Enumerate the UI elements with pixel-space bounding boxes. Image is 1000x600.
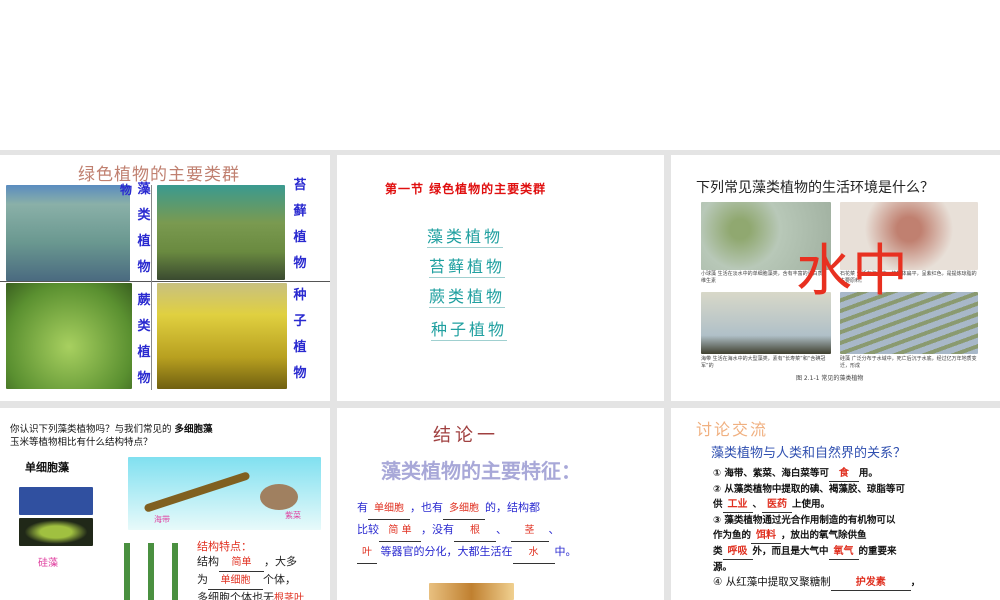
link-moss[interactable]: 苔藓植物 bbox=[429, 253, 506, 278]
kelp-label: 海带 bbox=[154, 515, 170, 524]
text: ② 从藻类植物中提取的碘、褐藻胶、琼脂等可 bbox=[713, 484, 905, 495]
caption: 海带 生活在海水中的大型藻类，素有“长寿菜”和“含碘冠军”的 bbox=[701, 356, 826, 369]
blank-top-area bbox=[0, 0, 1000, 150]
slide-thumbnail-3[interactable]: 下列常见藻类植物的生活环境是什么？ 小球藻 生活在淡水中的单细胞藻类，含有丰富的… bbox=[671, 155, 1000, 401]
algae-image bbox=[6, 185, 130, 281]
text: 上使用。 bbox=[792, 499, 831, 510]
slide-thumbnail-1[interactable]: 绿色植物的主要类群 物 藻类植物 苔藓植物 蕨类植物 种子植物 bbox=[0, 155, 330, 401]
link-seed[interactable]: 种子植物 bbox=[431, 316, 508, 341]
text: 的重要来 bbox=[858, 546, 897, 557]
answer-blank: 茎 bbox=[510, 521, 549, 542]
text: 作为鱼的 bbox=[713, 530, 752, 541]
slide-thumbnail-4[interactable]: 你认识下列藻类植物吗？与我们常见的 多细胞藻玉米等植物相比有什么结构特点？ 单细… bbox=[0, 408, 330, 600]
text: 等器官的分化，大都生活在 bbox=[380, 545, 513, 558]
answer-blank: 护发素 bbox=[830, 575, 911, 591]
text: 为 bbox=[197, 573, 208, 586]
link-algae[interactable]: 藻类植物 bbox=[427, 223, 504, 248]
text: 结构 bbox=[197, 555, 219, 568]
text: 用。 bbox=[858, 468, 878, 479]
answer-blank: 简单 bbox=[219, 555, 264, 572]
text: ，没有 bbox=[421, 523, 454, 536]
link-fern[interactable]: 蕨类植物 bbox=[429, 283, 506, 308]
text: 、 bbox=[548, 523, 560, 536]
answer-overlay: 水中 bbox=[796, 239, 908, 304]
discussion-text: ① 海带、紫菜、海白菜等可食用。 ② 从藻类植物中提取的碘、褐藻胶、琼脂等可 供… bbox=[713, 466, 920, 591]
text: 中。 bbox=[554, 545, 577, 558]
laver-label: 紫菜 bbox=[285, 511, 301, 520]
answer-blank: 食 bbox=[828, 466, 859, 482]
unicell-label: 单细胞藻 bbox=[25, 461, 69, 474]
text: 类 bbox=[713, 546, 723, 557]
answer-blank: 呼吸 bbox=[722, 544, 753, 560]
slide-title: 结论一 bbox=[433, 425, 499, 446]
answer-blank: 水 bbox=[512, 543, 555, 564]
text: ① 海带、紫菜、海白菜等可 bbox=[713, 468, 829, 479]
answer-blank: 叶 bbox=[357, 543, 377, 564]
slide-title: 讨论交流 bbox=[696, 420, 769, 439]
answer-blank: 单细胞 bbox=[208, 573, 263, 590]
answer-blank: 工业 bbox=[722, 497, 753, 513]
answer-blank: 根茎叶 bbox=[274, 591, 304, 600]
answer-blank: 医药 bbox=[762, 497, 793, 513]
algae-image bbox=[429, 583, 514, 600]
slide-subtitle: 藻类植物与人类和自然界的关系？ bbox=[711, 446, 907, 461]
divider bbox=[0, 281, 330, 282]
diatom-round-image bbox=[19, 518, 93, 546]
feature-title: 结构特点： bbox=[197, 540, 252, 553]
text: 多细胞个体也无 bbox=[197, 591, 274, 600]
text: 个体， bbox=[263, 573, 296, 586]
question-line2: 玉米等植物相比有什么结构特点？ bbox=[10, 437, 153, 448]
wheat-image bbox=[157, 283, 287, 389]
caption: 硅藻 广泛分布于水域中，死亡后沉于水底，经过亿万年地质变迁，形成 bbox=[840, 356, 977, 369]
text: 的，结构都 bbox=[485, 501, 540, 514]
fern-image bbox=[6, 283, 132, 389]
question-line1: 你认识下列藻类植物吗？与我们常见的 bbox=[10, 424, 172, 435]
answer-blank: 简 单 bbox=[379, 521, 421, 542]
text: ，放出的氧气除供鱼 bbox=[781, 530, 867, 541]
diatom-star-image bbox=[19, 487, 93, 515]
answer-blank: 氧气 bbox=[828, 544, 859, 560]
label-algae-extra: 物 bbox=[119, 183, 132, 197]
text: ④ 从红藻中提取叉聚糖制 bbox=[713, 576, 831, 588]
spirogyra-image bbox=[118, 543, 188, 600]
text: 源。 bbox=[713, 562, 733, 573]
text: 有 bbox=[357, 501, 368, 514]
diatom-label: 硅藻 bbox=[38, 558, 58, 569]
question: 你认识下列藻类植物吗？与我们常见的 多细胞藻玉米等植物相比有什么结构特点？ bbox=[10, 423, 213, 449]
text: 外，而且是大气中 bbox=[752, 546, 829, 557]
text: 、 bbox=[752, 499, 763, 510]
answer-blank: 单细胞 bbox=[368, 499, 410, 520]
label-seed: 种子植物 bbox=[293, 288, 307, 381]
conclusion-text: 有单细胞 ，也有 多细胞 的，结构都 比较简 单，没有根、 茎、 叶 等器官的分化，大… bbox=[357, 498, 577, 564]
slide-thumbnail-6[interactable]: 讨论交流 藻类植物与人类和自然界的关系？ ① 海带、紫菜、海白菜等可食用。 ② … bbox=[671, 408, 1000, 600]
text: ③ 藻类植物通过光合作用制造的有机物可以 bbox=[713, 515, 896, 526]
label-fern: 蕨类植物 bbox=[137, 293, 151, 386]
slide-thumbnail-5[interactable]: 结论一 藻类植物的主要特征： 有单细胞 ，也有 多细胞 的，结构都 比较简 单，没有根… bbox=[337, 408, 664, 600]
laver-shape bbox=[260, 484, 298, 510]
text: ，也有 bbox=[410, 501, 443, 514]
slide-thumbnail-2[interactable]: 第一节 绿色植物的主要类群 藻类植物 苔藓植物 蕨类植物 种子植物 bbox=[337, 155, 664, 401]
answer-blank: 根 bbox=[454, 521, 496, 542]
question-tag: 多细胞藻 bbox=[174, 424, 213, 435]
text: ， bbox=[910, 577, 921, 588]
label-algae: 藻类植物 bbox=[137, 182, 151, 275]
text: 供 bbox=[713, 499, 723, 510]
text: 、 bbox=[496, 523, 507, 536]
slide-title: 下列常见藻类植物的生活环境是什么？ bbox=[696, 180, 934, 196]
figure-caption: 图 2.1-1 常见的藻类植物 bbox=[796, 375, 864, 382]
feature-text: 结构 简单 ，大多 为单细胞 个体， 多细胞个体也无根茎叶 bbox=[197, 554, 304, 600]
slide-title: 绿色植物的主要类群 bbox=[78, 165, 240, 185]
slide-sorter-grid: 绿色植物的主要类群 物 藻类植物 苔藓植物 蕨类植物 种子植物 第一节 绿色植物… bbox=[0, 150, 1000, 600]
label-moss: 苔藓植物 bbox=[293, 178, 307, 271]
answer-blank: 饵料 bbox=[751, 528, 782, 544]
slide-title: 第一节 绿色植物的主要类群 bbox=[385, 182, 547, 196]
text: 比较 bbox=[357, 523, 379, 536]
answer-blank: 多细胞 bbox=[443, 499, 485, 520]
text: ，大多 bbox=[264, 555, 297, 568]
moss-image bbox=[157, 185, 285, 280]
slide-subtitle: 藻类植物的主要特征： bbox=[381, 459, 581, 483]
